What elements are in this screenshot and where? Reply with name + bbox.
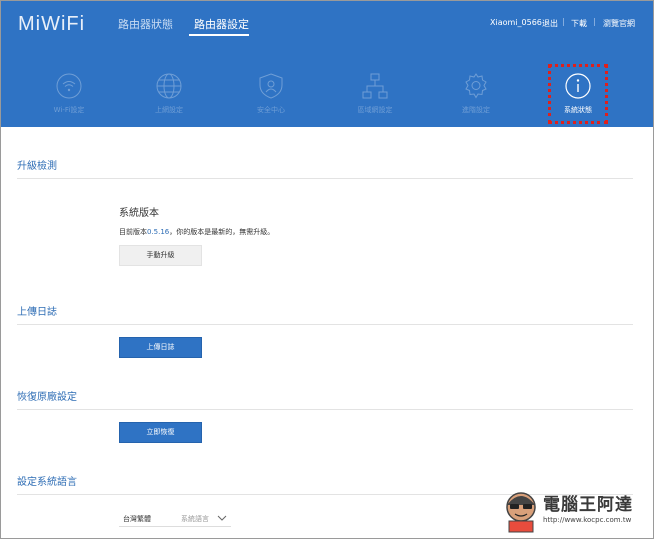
divider	[17, 409, 633, 410]
restore-now-button[interactable]: 立即恢復	[119, 422, 202, 443]
network-icon	[362, 73, 388, 99]
username: Xiaomi_0566	[490, 18, 542, 27]
upload-log-button[interactable]: 上傳日誌	[119, 337, 202, 358]
watermark-title: 電腦王阿達	[543, 495, 633, 515]
system-version-heading: 系統版本	[119, 208, 159, 219]
highlight-annotation	[548, 64, 608, 124]
nav-advanced-settings[interactable]: 進階設定	[436, 73, 516, 115]
nav-security-center[interactable]: 安全中心	[231, 73, 311, 115]
official-site-link[interactable]: 瀏覽官網	[603, 18, 635, 29]
shield-icon	[258, 73, 284, 99]
nav-internet-settings[interactable]: 上網設定	[129, 73, 209, 115]
language-placeholder: 系統語言	[181, 515, 209, 523]
wifi-icon	[56, 73, 82, 99]
nav-label: 區域網設定	[357, 106, 393, 114]
separator: |	[562, 17, 565, 26]
manual-upgrade-button[interactable]: 手動升級	[119, 245, 202, 266]
watermark: 電腦王阿達 http://www.kocpc.com.tw	[501, 489, 647, 533]
divider	[17, 324, 633, 325]
nav-label: 安全中心	[257, 106, 285, 114]
section-title-upload-log: 上傳日誌	[17, 307, 57, 318]
screenshot-frame: MiWiFi 路由器狀態 路由器設定 Xiaomi_0566 退出 | 下載 |…	[0, 0, 654, 539]
active-tab-underline	[189, 34, 249, 36]
logout-link[interactable]: 退出	[542, 18, 558, 29]
nav-lan-settings[interactable]: 區域網設定	[335, 73, 415, 115]
tab-router-settings[interactable]: 路由器設定	[194, 16, 249, 32]
nav-label: Wi-Fi設定	[53, 106, 85, 114]
nav-wifi-settings[interactable]: Wi-Fi設定	[29, 73, 109, 115]
version-prefix: 目前版本	[119, 228, 147, 236]
language-selected-value: 台灣繁體	[123, 515, 151, 523]
chevron-down-icon	[217, 515, 227, 521]
mascot-logo	[506, 492, 536, 533]
watermark-url: http://www.kocpc.com.tw	[543, 516, 632, 524]
gear-icon	[463, 73, 489, 99]
nav-label: 上網設定	[155, 106, 183, 114]
miwifi-logo: MiWiFi	[18, 13, 86, 35]
section-title-restore: 恢復原廠設定	[17, 392, 77, 403]
section-title-upgrade: 升級檢測	[17, 161, 57, 172]
version-number: 0.5.16	[147, 228, 170, 236]
globe-icon	[156, 73, 182, 99]
download-link[interactable]: 下載	[571, 18, 587, 29]
nav-label: 進階設定	[462, 106, 490, 114]
version-status-text: 目前版本0.5.16，你的版本是最新的，無需升級。	[119, 227, 274, 237]
separator: |	[593, 17, 596, 26]
tab-router-status[interactable]: 路由器狀態	[118, 16, 173, 32]
version-suffix: ，你的版本是最新的，無需升級。	[169, 228, 275, 236]
section-title-language: 設定系統語言	[17, 477, 77, 488]
language-select[interactable]: 台灣繁體 系統語言	[119, 509, 231, 527]
divider	[17, 178, 633, 179]
